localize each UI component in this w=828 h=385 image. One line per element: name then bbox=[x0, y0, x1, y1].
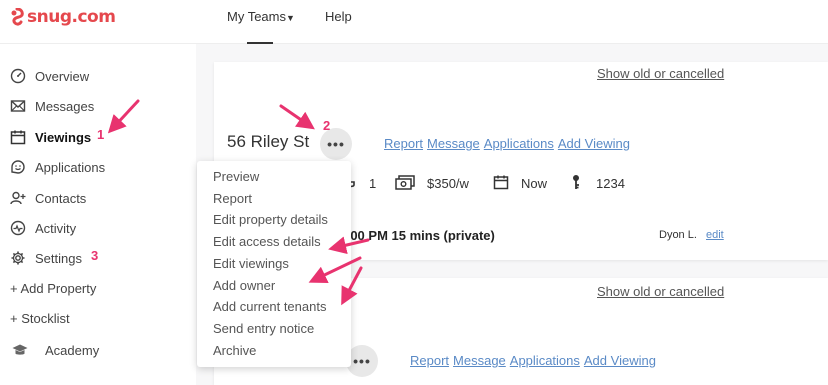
bathroom-count: 1 bbox=[369, 176, 377, 191]
sidebar-item-label: Academy bbox=[45, 342, 100, 358]
weekly-rent: $350/w bbox=[427, 176, 469, 191]
show-old-cancelled-link-2[interactable]: Show old or cancelled bbox=[597, 284, 724, 299]
annotation-number-1: 1 bbox=[97, 127, 105, 142]
sidebar-item-messages[interactable]: Messages bbox=[10, 96, 94, 116]
key-code: 1234 bbox=[596, 176, 625, 191]
calendar-icon bbox=[493, 175, 509, 190]
annotation-number-2: 2 bbox=[323, 118, 331, 133]
my-teams-menu[interactable]: My Teams▼ bbox=[227, 9, 295, 24]
menu-item-add-current-tenants[interactable]: Add current tenants bbox=[213, 299, 326, 314]
menu-item-add-owner[interactable]: Add owner bbox=[213, 278, 275, 293]
sidebar-item-label: Contacts bbox=[35, 190, 87, 206]
top-bar: snug.com My Teams▼ Help bbox=[0, 0, 828, 44]
add-viewing-link[interactable]: Add Viewing bbox=[558, 136, 630, 151]
gear-icon bbox=[11, 251, 25, 265]
menu-item-edit-access-details[interactable]: Edit access details bbox=[213, 234, 321, 249]
add-property-link[interactable]: + Add Property bbox=[10, 281, 96, 296]
property-options-menu: Preview Report Edit property details Edi… bbox=[197, 161, 351, 367]
sidebar-item-applications[interactable]: Applications bbox=[10, 157, 105, 177]
logo[interactable]: snug.com bbox=[10, 6, 116, 28]
message-link[interactable]: Message bbox=[453, 353, 506, 368]
report-link[interactable]: Report bbox=[410, 353, 449, 368]
menu-item-preview[interactable]: Preview bbox=[213, 169, 259, 184]
caret-down-icon: ▼ bbox=[286, 13, 295, 23]
message-link[interactable]: Message bbox=[427, 136, 480, 151]
envelope-icon bbox=[10, 100, 26, 112]
my-teams-label: My Teams bbox=[227, 9, 286, 24]
sidebar-item-label: Settings bbox=[35, 250, 82, 266]
ellipsis-icon: ••• bbox=[327, 136, 345, 152]
smile-icon bbox=[11, 160, 25, 174]
menu-item-report[interactable]: Report bbox=[213, 191, 252, 206]
help-link[interactable]: Help bbox=[325, 9, 352, 24]
sidebar-item-settings[interactable]: Settings bbox=[10, 248, 82, 268]
menu-item-archive[interactable]: Archive bbox=[213, 343, 256, 358]
menu-item-edit-viewings[interactable]: Edit viewings bbox=[213, 256, 289, 271]
brand-name: snug.com bbox=[27, 7, 116, 27]
stocklist-link[interactable]: + Stocklist bbox=[10, 311, 70, 326]
property-actions: Report Message Applications Add Viewing bbox=[384, 136, 630, 151]
snug-logo-icon bbox=[11, 8, 24, 26]
menu-item-edit-property-details[interactable]: Edit property details bbox=[213, 212, 328, 227]
sidebar-item-label: Activity bbox=[35, 220, 77, 236]
viewing-time: :00 PM 15 mins (private) bbox=[346, 228, 495, 243]
sidebar-item-label: Messages bbox=[35, 98, 95, 114]
property-title[interactable]: 56 Riley St bbox=[227, 132, 309, 152]
sidebar-item-contacts[interactable]: Contacts bbox=[10, 188, 86, 208]
annotation-number-3: 3 bbox=[91, 248, 99, 263]
ellipsis-icon: ••• bbox=[353, 353, 371, 369]
sidebar-item-viewings[interactable]: Viewings bbox=[10, 127, 91, 147]
agent-name: Dyon L. bbox=[659, 229, 697, 241]
applications-link[interactable]: Applications bbox=[484, 136, 554, 151]
available-date: Now bbox=[521, 176, 548, 191]
applications-link[interactable]: Applications bbox=[510, 353, 580, 368]
report-link[interactable]: Report bbox=[384, 136, 423, 151]
edit-viewing-link[interactable]: edit bbox=[706, 229, 724, 241]
sidebar-item-label: Viewings bbox=[35, 129, 92, 145]
money-icon bbox=[395, 175, 415, 190]
property-actions-2: Report Message Applications Add Viewing bbox=[410, 353, 656, 368]
calendar-icon bbox=[10, 130, 26, 145]
sidebar-item-academy[interactable]: Academy bbox=[10, 340, 99, 360]
key-icon bbox=[573, 175, 579, 189]
menu-item-send-entry-notice[interactable]: Send entry notice bbox=[213, 321, 314, 336]
contacts-icon bbox=[10, 191, 26, 205]
add-viewing-link[interactable]: Add Viewing bbox=[584, 353, 656, 368]
sidebar-item-activity[interactable]: Activity bbox=[10, 218, 76, 238]
graduation-cap-icon bbox=[12, 344, 28, 355]
pulse-icon bbox=[10, 220, 26, 236]
sidebar-item-label: Overview bbox=[35, 68, 90, 84]
show-old-cancelled-link[interactable]: Show old or cancelled bbox=[597, 66, 724, 81]
sidebar-item-label: Applications bbox=[35, 159, 106, 175]
sidebar-item-overview[interactable]: Overview bbox=[10, 66, 89, 86]
gauge-icon bbox=[10, 68, 26, 84]
